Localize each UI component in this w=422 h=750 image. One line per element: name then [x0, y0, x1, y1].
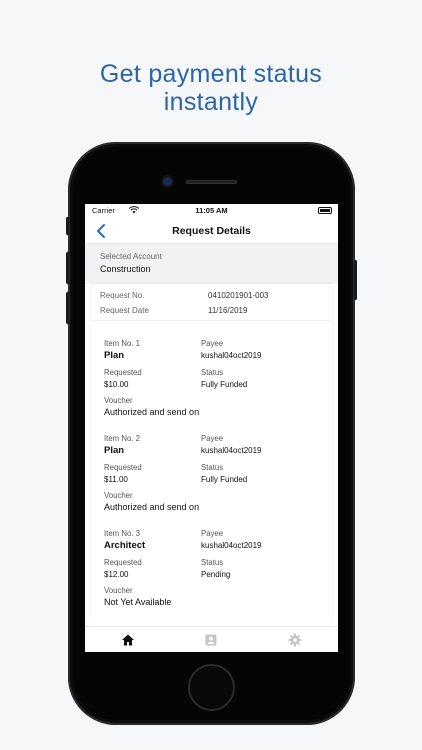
- voucher-label: Voucher: [104, 396, 133, 405]
- gear-icon[interactable]: [288, 633, 302, 647]
- payee-value: kushal04oct2019: [201, 446, 262, 455]
- request-meta: Request No. 0410201901-003 Request Date …: [91, 284, 332, 321]
- mute-switch: [66, 217, 69, 235]
- status-label: Status: [201, 463, 224, 472]
- clock: 11:05 AM: [195, 206, 228, 215]
- requested-value: $11.00: [104, 475, 128, 484]
- volume-down-button: [66, 292, 69, 324]
- payee-label: Payee: [201, 434, 224, 443]
- voucher-value: Authorized and send on: [104, 502, 200, 512]
- list-item[interactable]: Item No. 3 Architect Payee kushal04oct20…: [91, 524, 332, 619]
- requested-value: $10.00: [104, 380, 129, 389]
- request-date-value: 11/16/2019: [208, 306, 248, 315]
- earpiece-speaker: [186, 180, 237, 184]
- selected-account-value: Construction: [100, 264, 151, 274]
- request-no-label: Request No.: [100, 291, 145, 300]
- requested-label: Requested: [104, 368, 142, 377]
- requested-value: $12.00: [104, 570, 129, 579]
- app-screen: Carrier 11:05 AM Request Details Selecte…: [85, 204, 338, 652]
- home-icon[interactable]: [121, 633, 135, 647]
- page-title: Request Details: [172, 225, 251, 237]
- headline-line-2: instantly: [163, 88, 259, 116]
- status-value: Fully Funded: [201, 475, 248, 484]
- selected-account-section[interactable]: Selected Account Construction: [85, 244, 338, 284]
- power-button: [354, 260, 357, 300]
- phone-frame: Carrier 11:05 AM Request Details Selecte…: [66, 142, 357, 725]
- voucher-label: Voucher: [104, 491, 133, 500]
- voucher-value: Not Yet Available: [104, 597, 172, 607]
- status-bar: Carrier 11:05 AM: [85, 204, 338, 218]
- battery-icon: [318, 207, 332, 214]
- payee-value: kushal04oct2019: [201, 541, 262, 550]
- requested-label: Requested: [104, 463, 142, 472]
- voucher-label: Voucher: [104, 586, 133, 595]
- headline: Get payment status instantly: [0, 60, 422, 116]
- contact-card-icon[interactable]: [204, 633, 218, 647]
- item-name: Plan: [104, 350, 125, 361]
- home-button[interactable]: [188, 664, 235, 711]
- requested-label: Requested: [104, 558, 142, 567]
- item-name: Architect: [104, 540, 146, 551]
- status-value: Pending: [201, 570, 231, 579]
- item-number: Item No. 3: [104, 529, 140, 538]
- item-number: Item No. 1: [104, 339, 140, 348]
- item-name: Plan: [104, 445, 125, 456]
- front-camera: [163, 177, 172, 186]
- list-item[interactable]: Item No. 1 Plan Payee kushal04oct2019 Re…: [91, 334, 332, 429]
- headline-line-1: Get payment status: [99, 60, 323, 88]
- status-label: Status: [201, 368, 224, 377]
- tab-bar: [85, 626, 338, 652]
- list-item[interactable]: Item No. 2 Plan Payee kushal04oct2019 Re…: [91, 429, 332, 524]
- voucher-value: Authorized and send on: [104, 407, 200, 417]
- payee-label: Payee: [201, 339, 224, 348]
- status-value: Fully Funded: [201, 380, 248, 389]
- request-details-card: Request No. 0410201901-003 Request Date …: [91, 284, 332, 634]
- request-no-value: 0410201901-003: [208, 291, 269, 300]
- scroll-fade: [85, 612, 338, 626]
- request-date-label: Request Date: [100, 306, 149, 315]
- item-number: Item No. 2: [104, 434, 140, 443]
- payee-label: Payee: [201, 529, 224, 538]
- status-label: Status: [201, 558, 224, 567]
- volume-up-button: [66, 252, 69, 284]
- payee-value: kushal04oct2019: [201, 351, 262, 360]
- selected-account-label: Selected Account: [100, 252, 162, 261]
- navigation-bar: Request Details: [85, 218, 338, 244]
